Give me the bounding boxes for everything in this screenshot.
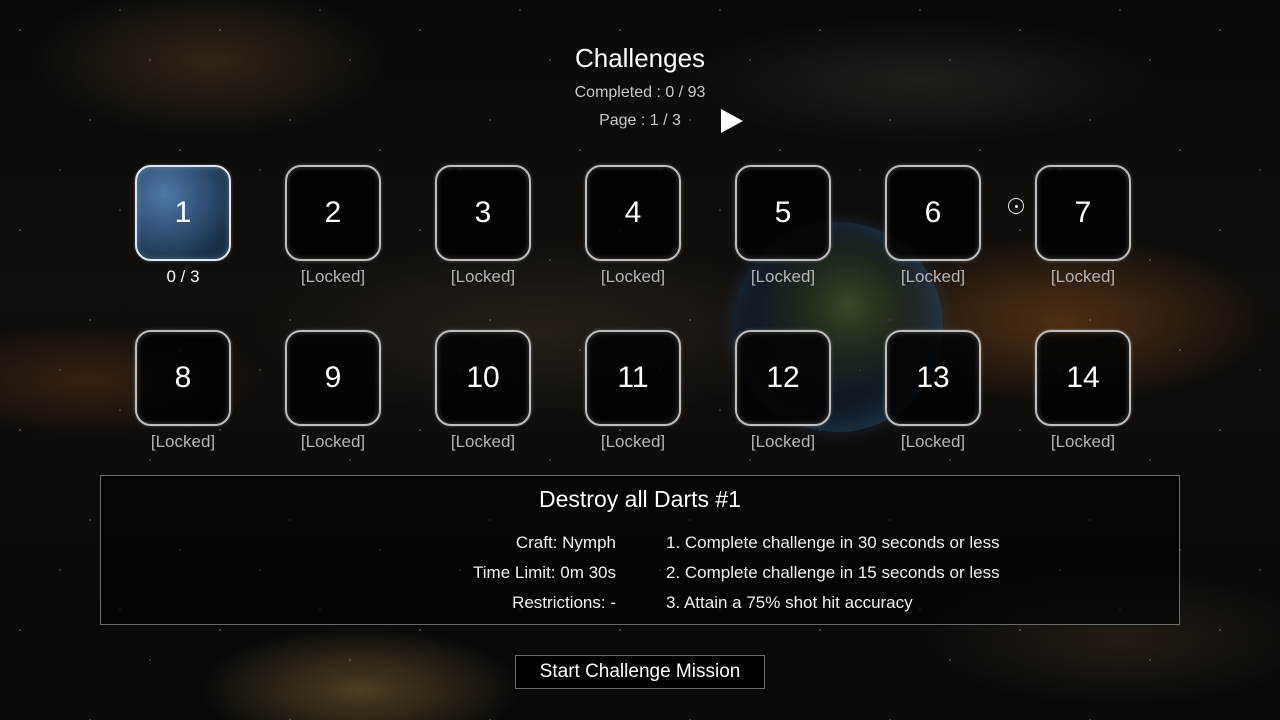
challenge-slot: 12 [Locked] bbox=[735, 330, 831, 453]
challenge-slot: 3 [Locked] bbox=[435, 165, 531, 288]
challenge-slot: 2 [Locked] bbox=[285, 165, 381, 288]
challenge-grid: 1 0 / 3 2 [Locked] 3 [Locked] 4 [Locked]… bbox=[0, 0, 1280, 460]
challenge-status: [Locked] bbox=[600, 267, 666, 286]
challenge-status: [Locked] bbox=[300, 432, 366, 451]
restrictions-label: Restrictions: - bbox=[512, 593, 616, 612]
challenge-tile-2[interactable]: 2 bbox=[285, 165, 381, 261]
challenge-status: [Locked] bbox=[450, 432, 516, 451]
challenge-slot: 4 [Locked] bbox=[585, 165, 681, 288]
goal-item: 1. Complete challenge in 30 seconds or l… bbox=[666, 533, 1000, 552]
challenge-slot: 10 [Locked] bbox=[435, 330, 531, 453]
challenge-status: [Locked] bbox=[1050, 267, 1116, 286]
challenge-tile-4[interactable]: 4 bbox=[585, 165, 681, 261]
challenge-status: [Locked] bbox=[900, 267, 966, 286]
challenge-status: [Locked] bbox=[1050, 432, 1116, 451]
start-challenge-button[interactable]: Start Challenge Mission bbox=[515, 655, 765, 689]
challenges-screen: Challenges Completed : 0 / 93 Page : 1 /… bbox=[0, 0, 1280, 720]
challenge-tile-8[interactable]: 8 bbox=[135, 330, 231, 426]
time-limit-label: Time Limit: 0m 30s bbox=[473, 563, 616, 582]
challenge-slot: 13 [Locked] bbox=[885, 330, 981, 453]
challenge-slot: 14 [Locked] bbox=[1035, 330, 1131, 453]
challenge-slot: 11 [Locked] bbox=[585, 330, 681, 453]
challenge-tile-7[interactable]: 7 bbox=[1035, 165, 1131, 261]
challenge-status: [Locked] bbox=[450, 267, 516, 286]
challenge-tile-5[interactable]: 5 bbox=[735, 165, 831, 261]
challenge-status: [Locked] bbox=[600, 432, 666, 451]
challenge-status: [Locked] bbox=[750, 432, 816, 451]
challenge-tile-14[interactable]: 14 bbox=[1035, 330, 1131, 426]
challenge-tile-10[interactable]: 10 bbox=[435, 330, 531, 426]
challenge-status: 0 / 3 bbox=[166, 267, 200, 286]
challenge-status: [Locked] bbox=[900, 432, 966, 451]
challenge-tile-13[interactable]: 13 bbox=[885, 330, 981, 426]
challenge-tile-11[interactable]: 11 bbox=[585, 330, 681, 426]
challenge-slot: 7 [Locked] bbox=[1035, 165, 1131, 288]
challenge-tile-9[interactable]: 9 bbox=[285, 330, 381, 426]
craft-label: Craft: Nymph bbox=[515, 533, 616, 552]
challenge-title: Destroy all Darts #1 bbox=[539, 486, 741, 512]
challenge-info: Craft: Nymph Time Limit: 0m 30s Restrict… bbox=[101, 528, 616, 618]
challenge-status: [Locked] bbox=[150, 432, 216, 451]
challenge-goals: 1. Complete challenge in 30 seconds or l… bbox=[666, 528, 1166, 618]
challenge-slot: 6 [Locked] bbox=[885, 165, 981, 288]
goal-item: 3. Attain a 75% shot hit accuracy bbox=[666, 593, 913, 612]
challenge-details-panel: Destroy all Darts #1 Craft: Nymph Time L… bbox=[100, 475, 1180, 625]
challenge-tile-12[interactable]: 12 bbox=[735, 330, 831, 426]
challenge-slot: 9 [Locked] bbox=[285, 330, 381, 453]
challenge-tile-6[interactable]: 6 bbox=[885, 165, 981, 261]
challenge-slot: 1 0 / 3 bbox=[135, 165, 231, 288]
challenge-slot: 5 [Locked] bbox=[735, 165, 831, 288]
challenge-slot: 8 [Locked] bbox=[135, 330, 231, 453]
challenge-status: [Locked] bbox=[300, 267, 366, 286]
challenge-tile-1[interactable]: 1 bbox=[135, 165, 231, 261]
challenge-tile-3[interactable]: 3 bbox=[435, 165, 531, 261]
challenge-status: [Locked] bbox=[750, 267, 816, 286]
goal-item: 2. Complete challenge in 15 seconds or l… bbox=[666, 563, 1000, 582]
cursor-icon bbox=[1008, 198, 1024, 214]
